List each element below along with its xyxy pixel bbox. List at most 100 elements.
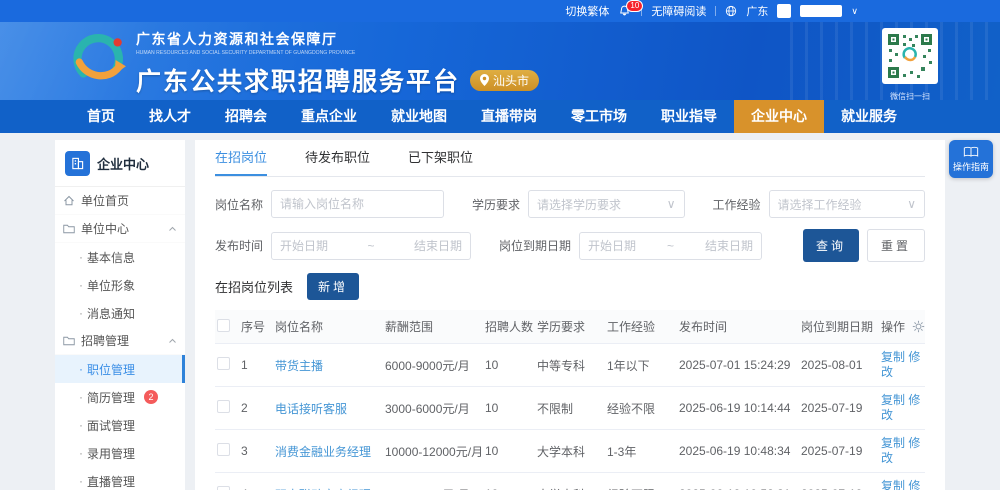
- sidebar-group-label: 单位中心: [81, 222, 130, 236]
- region-selector[interactable]: 广东: [746, 3, 768, 19]
- position-name-link[interactable]: 消费金融业务经理: [273, 429, 383, 473]
- cell-salary: 5000-8000元/月: [383, 472, 483, 490]
- tab-bar: 在招岗位 待发布职位 已下架职位: [215, 140, 925, 177]
- nav-item-find-talent[interactable]: 找人才: [132, 100, 208, 133]
- sidebar-item-label: 单位首页: [81, 194, 130, 208]
- col-count: 招聘人数: [483, 310, 535, 344]
- sidebar-item-position-mgmt[interactable]: 职位管理: [55, 355, 185, 383]
- cell-salary: 3000-6000元/月: [383, 386, 483, 430]
- copy-link[interactable]: 复制: [881, 479, 905, 490]
- cell-experience: 经验不限: [605, 386, 677, 430]
- tab-active-positions[interactable]: 在招岗位: [215, 140, 268, 176]
- cell-count: 10: [483, 343, 535, 387]
- sidebar-item-label: 消息通知: [87, 306, 136, 321]
- notification-bell[interactable]: 10: [618, 0, 644, 18]
- row-checkbox[interactable]: [217, 357, 230, 370]
- switch-traditional-link[interactable]: 切换繁体: [565, 3, 609, 19]
- cell-no: 3: [239, 429, 273, 473]
- list-title: 在招岗位列表: [215, 280, 294, 295]
- copy-link[interactable]: 复制: [881, 436, 905, 450]
- cell-expire-date: 2025-07-19: [799, 429, 879, 473]
- cell-education: 大学本科: [535, 472, 605, 490]
- row-checkbox[interactable]: [217, 400, 230, 413]
- nav-item-employment-map[interactable]: 就业地图: [374, 100, 464, 133]
- position-name-link[interactable]: 双卡联动客户经理: [273, 472, 383, 490]
- chevron-up-icon: [169, 226, 176, 231]
- platform-title: 广东公共求职招聘服务平台: [136, 68, 461, 96]
- education-select[interactable]: 请选择学历要求 ∨: [528, 190, 685, 218]
- col-publish: 发布时间: [677, 310, 799, 344]
- qr-code-block: 微信扫一扫: [882, 28, 938, 100]
- education-label: 学历要求: [472, 197, 521, 212]
- nav-item-employment-services[interactable]: 就业服务: [824, 100, 914, 133]
- col-no: 序号: [239, 310, 273, 344]
- cell-publish-time: 2025-06-19 10:52:31: [677, 472, 799, 490]
- sidebar-group-unit-center[interactable]: 单位中心: [55, 215, 185, 243]
- sidebar-group-label: 招聘管理: [81, 334, 130, 348]
- sidebar-item-interview-mgmt[interactable]: 面试管理: [55, 411, 185, 439]
- nav-item-home[interactable]: 首页: [70, 100, 132, 133]
- city-selector-badge[interactable]: 汕头市: [470, 69, 540, 91]
- table-row: 1 带货主播 6000-9000元/月 10 中等专科 1年以下 2025-07…: [215, 343, 925, 387]
- cell-no: 2: [239, 386, 273, 430]
- column-settings-gear-icon[interactable]: [912, 320, 925, 333]
- city-name: 汕头市: [493, 73, 530, 88]
- nav-item-key-enterprises[interactable]: 重点企业: [284, 100, 374, 133]
- end-date-placeholder: 结束日期: [705, 239, 754, 253]
- expire-date-range[interactable]: 开始日期 ~ 结束日期: [579, 231, 763, 260]
- cell-no: 4: [239, 472, 273, 490]
- user-name[interactable]: [800, 5, 843, 17]
- nav-item-live-jobs[interactable]: 直播带岗: [464, 100, 554, 133]
- operation-guide-button[interactable]: 操作指南: [949, 140, 993, 178]
- experience-placeholder: 请选择工作经验: [777, 197, 862, 212]
- range-separator: ~: [667, 238, 675, 253]
- reset-button[interactable]: 重置: [866, 229, 925, 262]
- cell-expire-date: 2025-07-19: [799, 472, 879, 490]
- tab-removed-positions[interactable]: 已下架职位: [408, 140, 473, 176]
- cell-salary: 10000-12000元/月: [383, 429, 483, 473]
- cell-education: 中等专科: [535, 343, 605, 387]
- row-checkbox[interactable]: [217, 443, 230, 456]
- nav-item-career-guidance[interactable]: 职业指导: [644, 100, 734, 133]
- chevron-down-icon: ∨: [666, 197, 676, 211]
- cell-experience: 1-3年: [605, 429, 677, 473]
- table-header-row: 序号 岗位名称 薪酬范围 招聘人数 学历要求 工作经验 发布时间 岗位到期日期 …: [215, 310, 925, 344]
- sidebar-item-resume-mgmt[interactable]: 简历管理 2: [55, 383, 185, 411]
- copy-link[interactable]: 复制: [881, 393, 905, 407]
- sidebar-item-notifications[interactable]: 消息通知: [55, 299, 185, 327]
- cell-expire-date: 2025-07-19: [799, 386, 879, 430]
- sidebar-item-hiring-mgmt[interactable]: 录用管理: [55, 439, 185, 467]
- sidebar-item-basic-info[interactable]: 基本信息: [55, 243, 185, 271]
- query-button[interactable]: 查询: [802, 229, 859, 262]
- nav-item-gig-market[interactable]: 零工市场: [554, 100, 644, 133]
- cell-publish-time: 2025-06-19 10:14:44: [677, 386, 799, 430]
- publish-time-label: 发布时间: [215, 239, 264, 253]
- user-avatar[interactable]: [777, 4, 792, 18]
- publish-date-range[interactable]: 开始日期 ~ 结束日期: [271, 231, 472, 260]
- nav-item-enterprise-center[interactable]: 企业中心: [734, 100, 824, 133]
- row-checkbox[interactable]: [217, 486, 230, 490]
- position-name-link[interactable]: 电话接听客服: [273, 386, 383, 430]
- nav-item-job-fair[interactable]: 招聘会: [208, 100, 284, 133]
- experience-select[interactable]: 请选择工作经验 ∨: [768, 190, 925, 218]
- chevron-down-icon[interactable]: ∨: [851, 6, 858, 17]
- qr-code: [882, 28, 938, 84]
- org-name-english: HUMAN RESOURCES AND SOCIAL SECURITY DEPA…: [136, 50, 356, 56]
- add-position-button[interactable]: 新增: [307, 273, 360, 300]
- sidebar-item-unit-home[interactable]: 单位首页: [55, 187, 185, 215]
- copy-link[interactable]: 复制: [881, 350, 905, 364]
- position-name-link[interactable]: 带货主播: [273, 343, 383, 387]
- cell-salary: 6000-9000元/月: [383, 343, 483, 387]
- sidebar-group-recruit-mgmt[interactable]: 招聘管理: [55, 327, 185, 355]
- tab-pending-positions[interactable]: 待发布职位: [305, 140, 370, 176]
- select-all-checkbox[interactable]: [217, 318, 230, 332]
- job-name-input[interactable]: [271, 190, 445, 218]
- col-operation: 操作: [881, 320, 906, 334]
- cell-publish-time: 2025-06-19 10:48:34: [677, 429, 799, 473]
- accessibility-link[interactable]: 无障碍阅读: [651, 3, 706, 19]
- sidebar-item-unit-image[interactable]: 单位形象: [55, 271, 185, 299]
- globe-icon: [726, 5, 737, 17]
- sidebar-item-live-mgmt[interactable]: 直播管理: [55, 467, 185, 490]
- cell-count: 10: [483, 386, 535, 430]
- folder-icon: [63, 336, 75, 345]
